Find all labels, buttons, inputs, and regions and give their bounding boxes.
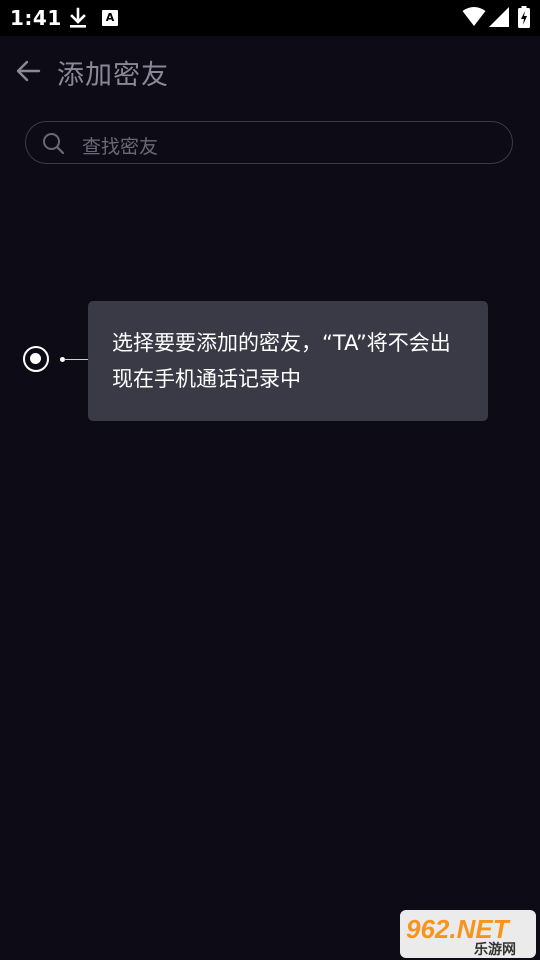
watermark-subtitle: 乐游网 [474,941,516,958]
search-placeholder: 查找密友 [82,136,159,158]
wifi-icon [462,7,486,26]
page-title: 添加密友 [57,60,169,91]
guide-radio-dot [30,353,41,364]
download-icon [70,7,86,28]
screen: 1:41 A 添加密友 查找密友 选择要要添加的密友，“TA”将不会出现在手机通… [0,0,540,960]
guide-tooltip: 选择要要添加的密友，“TA”将不会出现在手机通话记录中 [88,301,488,421]
app-notification-icon: A [102,10,118,26]
guide-tooltip-text: 选择要要添加的密友，“TA”将不会出现在手机通话记录中 [112,331,451,391]
status-time: 1:41 [10,6,62,30]
search-icon [43,133,64,154]
search-input[interactable]: 查找密友 [25,121,513,164]
status-bar: 1:41 A [0,0,540,36]
guide-radio-marker[interactable] [23,346,49,372]
watermark-brand: 962.NET [406,914,511,944]
battery-icon [518,6,530,28]
back-arrow-icon[interactable] [14,57,42,85]
watermark-logo: 962.NET 乐游网 [400,910,536,958]
guide-connector-line [64,359,90,360]
signal-icon [489,7,509,27]
